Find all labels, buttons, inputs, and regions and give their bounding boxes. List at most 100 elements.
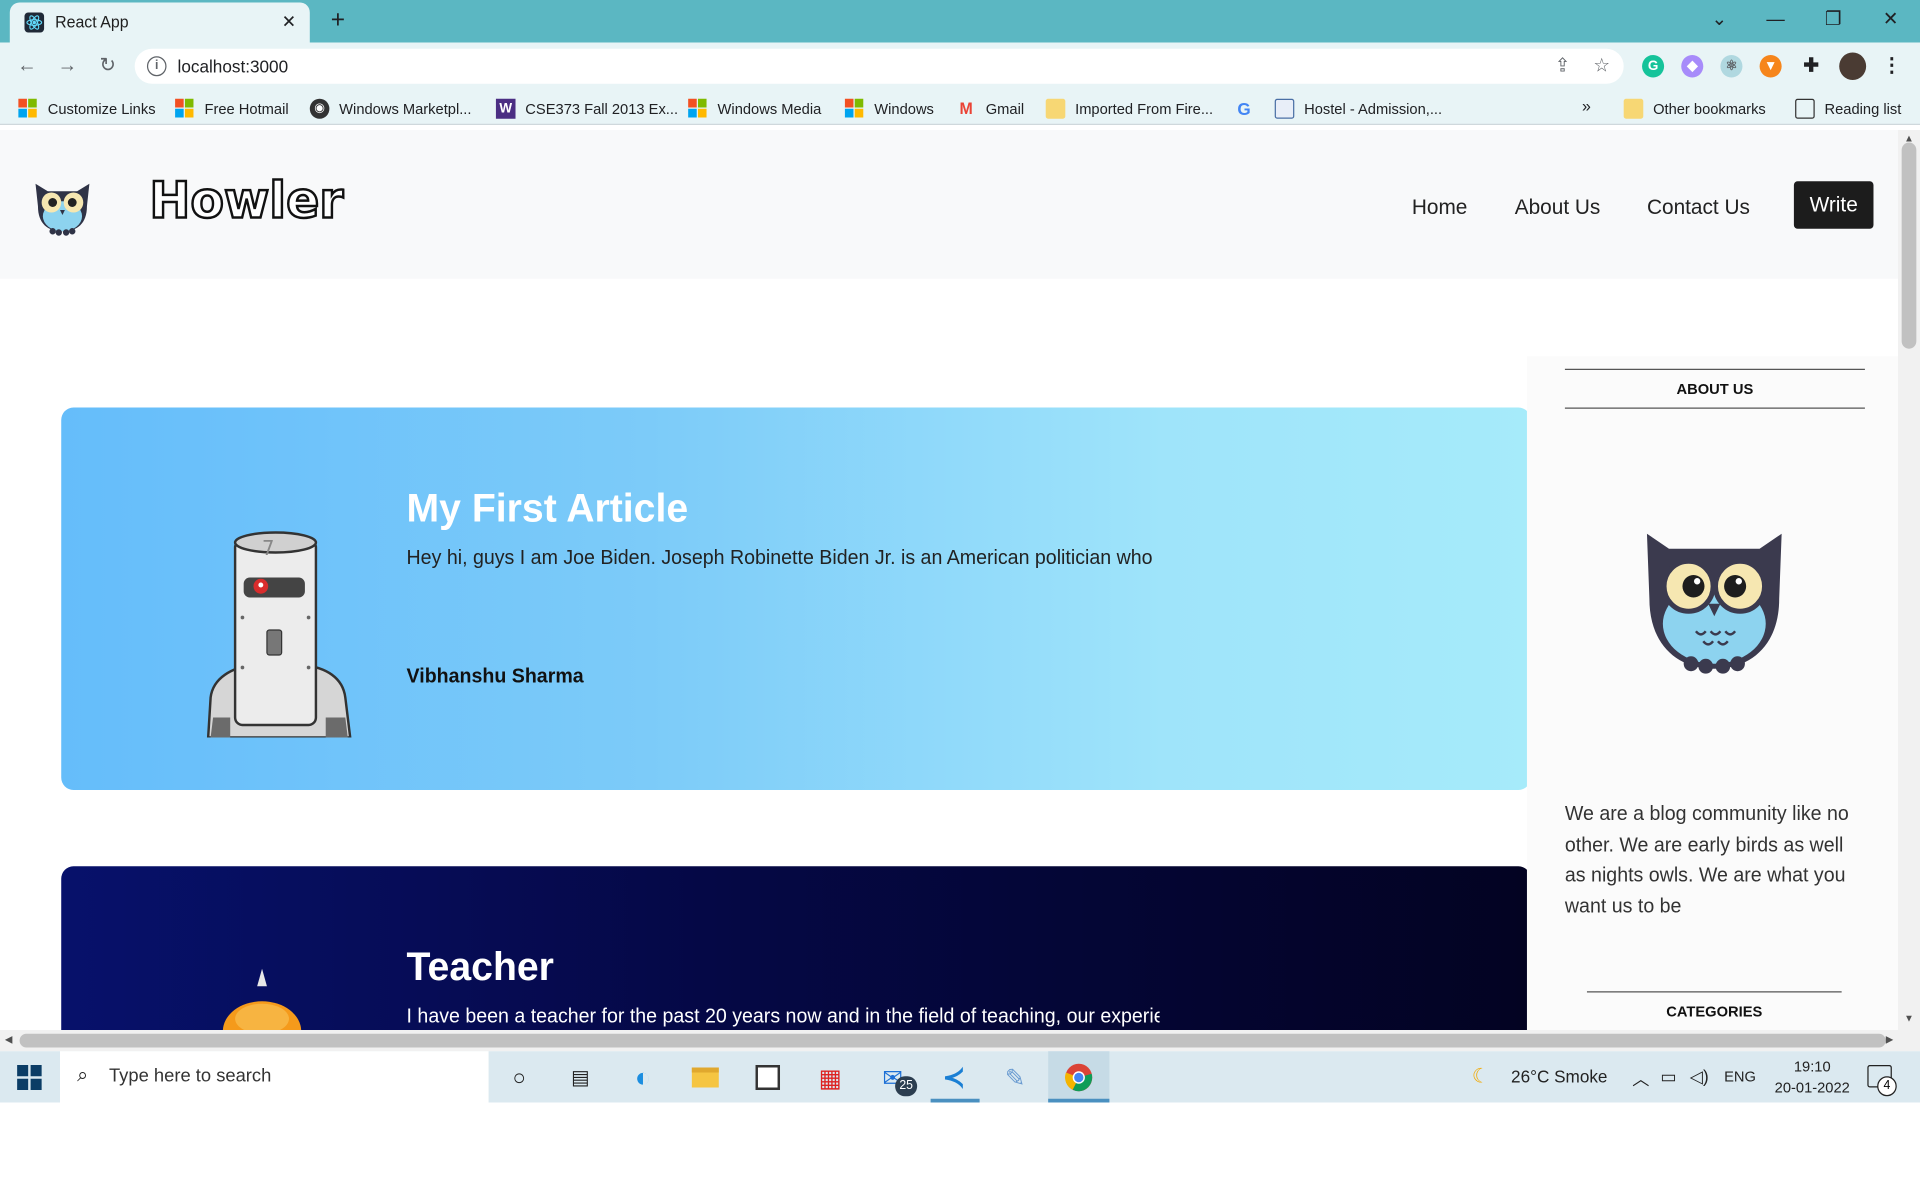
show-hidden-icons-icon[interactable]: ︿ bbox=[1632, 1066, 1649, 1091]
language-indicator[interactable]: ENG bbox=[1724, 1068, 1756, 1086]
volume-icon[interactable]: ◁) bbox=[1690, 1066, 1709, 1087]
bookmark-label: Imported From Fire... bbox=[1075, 100, 1214, 118]
restore-icon[interactable]: ❐ bbox=[1818, 6, 1847, 34]
profile-avatar[interactable] bbox=[1839, 52, 1867, 80]
site-header: Howler Home About Us Contact Us Write bbox=[0, 130, 1898, 279]
globe-icon: ◉ bbox=[309, 98, 330, 119]
post-author: Vibhanshu Sharma bbox=[406, 666, 584, 688]
vscode-active-indicator bbox=[930, 1098, 980, 1103]
post-card[interactable]: 7 My First Article Hey hi, guys I am Joe… bbox=[61, 407, 1531, 790]
write-button[interactable]: Write bbox=[1793, 181, 1874, 229]
tab-title: React App bbox=[55, 12, 129, 32]
file-explorer-icon[interactable] bbox=[689, 1061, 721, 1094]
windows-start-icon[interactable] bbox=[17, 1065, 42, 1090]
bookmark-free-hotmail[interactable]: Free Hotmail bbox=[175, 98, 289, 121]
bookmark-windows[interactable]: Windows bbox=[844, 98, 934, 121]
scroll-left-arrow-icon[interactable]: ◀ bbox=[5, 1034, 13, 1045]
bookmark-label: Free Hotmail bbox=[204, 100, 289, 118]
bookmark-google[interactable]: G bbox=[1234, 98, 1263, 121]
react-devtools-icon[interactable]: ⚛ bbox=[1720, 55, 1743, 78]
google-icon: G bbox=[1237, 98, 1251, 119]
taskbar-search-box[interactable]: ⌕ Type here to search bbox=[60, 1051, 489, 1103]
grammarly-extension-icon[interactable]: G bbox=[1642, 55, 1665, 78]
bookmark-customize-links[interactable]: Customize Links bbox=[18, 98, 156, 121]
reading-list[interactable]: Reading list bbox=[1795, 98, 1901, 121]
reading-list-icon bbox=[1795, 98, 1815, 119]
scroll-down-arrow-icon[interactable]: ▼ bbox=[1904, 1013, 1914, 1024]
brand-wordmark[interactable]: Howler bbox=[148, 171, 345, 231]
post-card[interactable]: Teacher I have been a teacher for the pa… bbox=[61, 866, 1531, 1030]
vscode-icon[interactable]: ≺ bbox=[938, 1061, 970, 1094]
extension-icon[interactable]: ◆ bbox=[1681, 55, 1704, 78]
chrome-taskbar-button[interactable] bbox=[1048, 1051, 1110, 1103]
address-bar[interactable]: i localhost:3000 ⇪ ☆ bbox=[134, 48, 1624, 84]
paint-icon[interactable]: ✎ bbox=[999, 1061, 1031, 1094]
bookmark-imported-from-firefox[interactable]: Imported From Fire... bbox=[1045, 98, 1214, 121]
share-icon[interactable]: ⇪ bbox=[1550, 54, 1574, 79]
post-excerpt: Hey hi, guys I am Joe Biden. Joseph Robi… bbox=[406, 547, 1153, 569]
bookmark-gmail[interactable]: M Gmail bbox=[956, 98, 1024, 121]
other-bookmarks-label: Other bookmarks bbox=[1653, 100, 1766, 118]
edge-icon[interactable]: ◐ bbox=[627, 1061, 659, 1094]
svg-text:7: 7 bbox=[262, 537, 274, 560]
scroll-right-arrow-icon[interactable]: ▶ bbox=[1886, 1034, 1894, 1045]
forward-icon[interactable]: → bbox=[54, 53, 81, 81]
nav-about-link[interactable]: About Us bbox=[1515, 195, 1601, 220]
web-page: Howler Home About Us Contact Us Write 7 bbox=[0, 130, 1898, 1030]
windows-taskbar: ⌕ Type here to search ○ ▤ ◐ ▦ ✉ 25 ≺ ✎ ☾… bbox=[0, 1051, 1920, 1103]
extensions-puzzle-icon[interactable]: ✚ bbox=[1800, 55, 1822, 78]
clock-date: 20-01-2022 bbox=[1774, 1078, 1850, 1097]
metamask-icon[interactable]: ▼ bbox=[1759, 55, 1782, 78]
owl-logo-icon[interactable] bbox=[31, 176, 95, 236]
other-bookmarks[interactable]: Other bookmarks bbox=[1623, 98, 1766, 121]
nav-home-link[interactable]: Home bbox=[1412, 195, 1468, 220]
search-placeholder: Type here to search bbox=[108, 1065, 272, 1087]
browser-title-bar: React App ✕ + ⌄ — ❐ ✕ bbox=[0, 0, 1920, 43]
weather-text[interactable]: 26°C Smoke bbox=[1511, 1066, 1607, 1086]
microsoft-icon bbox=[175, 98, 195, 119]
tab-search-chevron-icon[interactable]: ⌄ bbox=[1705, 6, 1734, 34]
back-icon[interactable]: ← bbox=[13, 53, 40, 81]
bookmark-label: CSE373 Fall 2013 Ex... bbox=[525, 100, 679, 118]
more-bookmarks-chevron-icon[interactable]: » bbox=[1582, 96, 1591, 115]
cortana-icon[interactable]: ○ bbox=[503, 1061, 535, 1094]
url-text: localhost:3000 bbox=[177, 56, 289, 77]
browser-menu-icon[interactable]: ⋮ bbox=[1881, 55, 1903, 78]
gmail-icon: M bbox=[959, 98, 973, 118]
microsoft-icon bbox=[688, 98, 708, 119]
task-view-icon[interactable]: ▤ bbox=[564, 1061, 596, 1094]
new-tab-icon[interactable]: + bbox=[324, 6, 351, 34]
nav-contact-link[interactable]: Contact Us bbox=[1647, 195, 1750, 220]
post-title[interactable]: Teacher bbox=[407, 944, 554, 990]
site-info-icon[interactable]: i bbox=[146, 56, 167, 77]
bookmark-hostel-admission[interactable]: Hostel - Admission,... bbox=[1274, 98, 1442, 121]
battery-icon[interactable]: ▭ bbox=[1660, 1066, 1676, 1087]
reload-icon[interactable]: ↻ bbox=[94, 53, 121, 81]
about-us-text: We are a blog community like no other. W… bbox=[1564, 803, 1849, 917]
bookmark-windows-media[interactable]: Windows Media bbox=[688, 98, 821, 121]
notification-count-badge: 4 bbox=[1877, 1076, 1897, 1097]
minimize-icon[interactable]: — bbox=[1761, 6, 1790, 34]
bookmark-label: Windows Media bbox=[717, 100, 822, 118]
chrome-icon bbox=[1065, 1063, 1093, 1091]
post-title[interactable]: My First Article bbox=[407, 485, 689, 531]
mail-badge: 25 bbox=[895, 1076, 918, 1097]
bookmarks-bar: Customize Links Free Hotmail ◉ Windows M… bbox=[0, 90, 1920, 125]
microsoft-icon bbox=[18, 98, 38, 119]
bookmark-cse373[interactable]: W CSE373 Fall 2013 Ex... bbox=[495, 98, 679, 121]
microsoft-icon bbox=[844, 98, 865, 119]
clock[interactable]: 19:10 20-01-2022 bbox=[1769, 1056, 1855, 1099]
browser-tab[interactable]: React App ✕ bbox=[9, 2, 310, 43]
weather-moon-icon[interactable]: ☾ bbox=[1472, 1064, 1490, 1089]
tab-close-icon[interactable]: ✕ bbox=[278, 10, 300, 33]
bookmark-windows-marketplace[interactable]: ◉ Windows Marketpl... bbox=[309, 98, 471, 121]
vertical-scroll-thumb[interactable] bbox=[1901, 142, 1917, 349]
bookmark-star-icon[interactable]: ☆ bbox=[1589, 54, 1613, 79]
horizontal-scrollbar[interactable]: ◀ ▶ bbox=[0, 1030, 1920, 1052]
clock-time: 19:10 bbox=[1793, 1057, 1831, 1076]
close-window-icon[interactable]: ✕ bbox=[1876, 6, 1905, 34]
horizontal-scroll-thumb[interactable] bbox=[19, 1033, 1886, 1048]
microsoft-store-icon[interactable] bbox=[752, 1061, 784, 1094]
vertical-scrollbar[interactable]: ▲ ▼ bbox=[1897, 130, 1920, 1030]
gift-app-icon[interactable]: ▦ bbox=[814, 1061, 846, 1094]
